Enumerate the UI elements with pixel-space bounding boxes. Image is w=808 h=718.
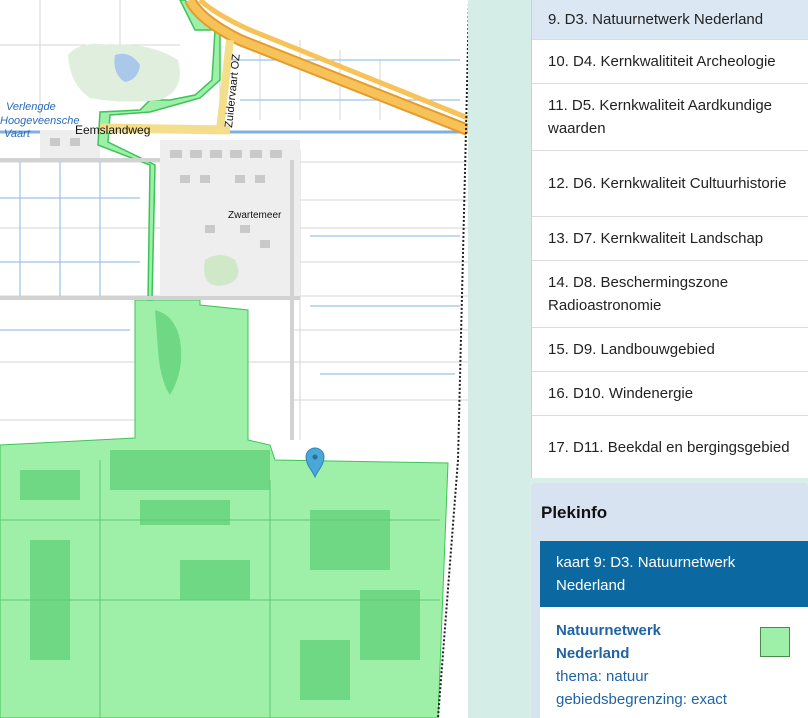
layer-item-d11[interactable]: 17. D11. Beekdal en bergingsgebied xyxy=(532,416,808,478)
layer-item-d3[interactable]: 9. D3. Natuurnetwerk Nederland xyxy=(532,0,808,40)
legend-swatch-icon xyxy=(760,627,790,657)
plekinfo-feature-card: Natuurnetwerk Nederland thema: natuur ge… xyxy=(540,607,808,718)
map-label-canal-line1: Verlengde xyxy=(6,101,56,113)
plekinfo-title: Plekinfo xyxy=(541,503,608,522)
layer-item-d5[interactable]: 11. D5. Kernkwaliteit Aardkundige waarde… xyxy=(532,84,808,151)
layer-item-d10[interactable]: 16. D10. Windenergie xyxy=(532,372,808,416)
layer-item-label: 17. D11. Beekdal en bergingsgebied xyxy=(548,438,790,456)
layer-item-d6[interactable]: 12. D6. Kernkwaliteit Cultuurhistorie xyxy=(532,151,808,217)
plekinfo-kaart-header[interactable]: kaart 9: D3. Natuurnetwerk Nederland xyxy=(540,541,808,607)
layer-item-d9[interactable]: 15. D9. Landbouwgebied xyxy=(532,328,808,372)
layer-item-d4[interactable]: 10. D4. Kernkwalititeit Archeologie xyxy=(532,40,808,84)
layer-item-d7[interactable]: 13. D7. Kernkwaliteit Landschap xyxy=(532,217,808,261)
side-panel: 9. D3. Natuurnetwerk Nederland 10. D4. K… xyxy=(531,0,808,718)
map-layer-list: 9. D3. Natuurnetwerk Nederland 10. D4. K… xyxy=(531,0,808,478)
map-label-canal-line2: Hoogeveensche xyxy=(0,115,80,127)
feature-thema: thema: natuur xyxy=(556,668,649,685)
map-canvas[interactable]: Eemslandweg Zuidervaart OZ Zwartemeer Ve… xyxy=(0,0,468,718)
map-label-canal-line3: Vaart xyxy=(4,128,31,140)
layer-item-label: 11. D5. Kernkwaliteit Aardkundige waarde… xyxy=(548,97,773,137)
layer-item-label: 9. D3. Natuurnetwerk Nederland xyxy=(548,11,764,28)
layer-item-label: 12. D6. Kernkwaliteit Cultuurhistorie xyxy=(548,175,787,192)
plekinfo-panel: Plekinfo kaart 9: D3. Natuurnetwerk Nede… xyxy=(531,483,808,718)
map-label-zwartemeer: Zwartemeer xyxy=(228,210,282,221)
layer-item-d8[interactable]: 14. D8. Beschermingszone Radioastronomie xyxy=(532,261,808,328)
layer-item-label: 15. D9. Landbouwgebied xyxy=(548,341,715,358)
feature-begrenzing: gebiedsbegrenzing: exact xyxy=(556,691,727,708)
feature-name[interactable]: Natuurnetwerk Nederland xyxy=(556,619,716,665)
layer-item-label: 10. D4. Kernkwalititeit Archeologie xyxy=(548,53,776,70)
layer-item-label: 16. D10. Windenergie xyxy=(548,385,694,402)
map-label-emslandweg: Eemslandweg xyxy=(75,123,150,137)
layer-item-label: 14. D8. Beschermingszone Radioastronomie xyxy=(548,274,729,314)
layer-item-label: 13. D7. Kernkwaliteit Landschap xyxy=(548,230,764,247)
